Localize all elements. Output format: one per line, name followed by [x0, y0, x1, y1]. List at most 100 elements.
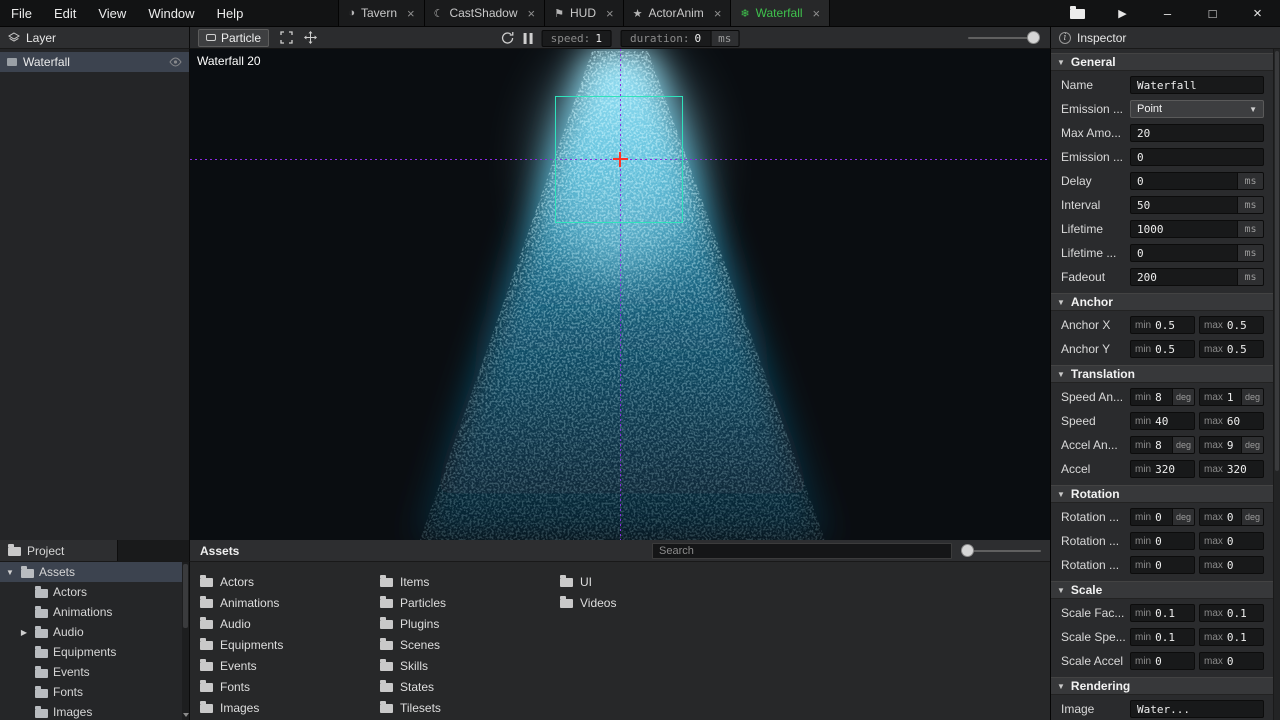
asset-folder[interactable]: Skills: [380, 655, 560, 676]
emitter-origin-marker[interactable]: [619, 152, 621, 167]
menu[interactable]: Help: [206, 0, 255, 26]
tree-scrollbar[interactable]: [182, 562, 190, 720]
asset-folder[interactable]: UI: [560, 571, 740, 592]
min-input[interactable]: min 0.1: [1130, 628, 1195, 646]
asset-folder[interactable]: Items: [380, 571, 560, 592]
milliseconds-input[interactable]: 50 ms: [1130, 196, 1264, 214]
asset-folder[interactable]: Actors: [200, 571, 380, 592]
tree-item[interactable]: Equipments: [0, 642, 182, 662]
min-input[interactable]: min 0: [1130, 652, 1195, 670]
close-button[interactable]: ×: [1235, 0, 1280, 26]
slider-knob[interactable]: [1027, 31, 1040, 44]
max-input[interactable]: max 0.5: [1199, 340, 1264, 358]
document-tab[interactable]: ⚑ HUD ×: [544, 0, 622, 26]
close-tab-icon[interactable]: ×: [813, 6, 821, 21]
section-header-translation[interactable]: ▼ Translation: [1051, 365, 1280, 383]
fit-view-button[interactable]: [280, 31, 293, 44]
menu[interactable]: Window: [137, 0, 205, 26]
asset-folder[interactable]: Tilesets: [380, 697, 560, 718]
max-input[interactable]: max 0: [1199, 556, 1264, 574]
close-tab-icon[interactable]: ×: [606, 6, 614, 21]
tree-item[interactable]: Actors: [0, 582, 182, 602]
center-view-button[interactable]: [304, 31, 317, 44]
max-input[interactable]: max 60: [1199, 412, 1264, 430]
tree-item[interactable]: ▶ Audio: [0, 622, 182, 642]
min-input[interactable]: min 0: [1130, 556, 1195, 574]
section-header-scale[interactable]: ▼ Scale: [1051, 581, 1280, 599]
min-input[interactable]: min 0.5: [1130, 340, 1195, 358]
section-header-rotation[interactable]: ▼ Rotation: [1051, 485, 1280, 503]
max-input[interactable]: max 0 deg: [1199, 508, 1264, 526]
min-input[interactable]: min 320: [1130, 460, 1195, 478]
document-tab[interactable]: ★ ActorAnim ×: [623, 0, 731, 26]
pause-button[interactable]: [524, 33, 533, 44]
name-input[interactable]: Waterfall: [1130, 76, 1264, 94]
emission-type-select[interactable]: Point ▼: [1130, 100, 1264, 118]
particle-mode-button[interactable]: Particle: [198, 29, 269, 47]
milliseconds-input[interactable]: 200 ms: [1130, 268, 1264, 286]
max-input[interactable]: max 0: [1199, 652, 1264, 670]
menu[interactable]: File: [0, 0, 43, 26]
min-input[interactable]: min 8 deg: [1130, 436, 1195, 454]
close-tab-icon[interactable]: ×: [528, 6, 536, 21]
max-input[interactable]: max 0.5: [1199, 316, 1264, 334]
min-input[interactable]: min 0.1: [1130, 604, 1195, 622]
min-input[interactable]: min 0.5: [1130, 316, 1195, 334]
max-input[interactable]: max 0: [1199, 532, 1264, 550]
minimize-button[interactable]: –: [1145, 0, 1190, 26]
tree-item[interactable]: Animations: [0, 602, 182, 622]
inspector-scrollbar[interactable]: [1273, 49, 1280, 720]
max-input[interactable]: max 320: [1199, 460, 1264, 478]
visibility-eye-icon[interactable]: [169, 57, 182, 67]
zoom-slider[interactable]: [968, 31, 1040, 45]
search-input[interactable]: [652, 543, 952, 559]
slider-knob[interactable]: [961, 544, 974, 557]
document-tab[interactable]: ☾ CastShadow ×: [424, 0, 545, 26]
min-input[interactable]: min 0 deg: [1130, 508, 1195, 526]
tree-item[interactable]: Images: [0, 702, 182, 720]
max-input[interactable]: max 1 deg: [1199, 388, 1264, 406]
asset-folder[interactable]: Equipments: [200, 634, 380, 655]
duration-input[interactable]: duration: 0 ms: [621, 30, 739, 47]
layer-panel-header[interactable]: Layer: [0, 27, 190, 49]
menu[interactable]: Edit: [43, 0, 87, 26]
section-header-rendering[interactable]: ▼ Rendering: [1051, 677, 1280, 695]
speed-input[interactable]: speed: 1: [542, 30, 612, 47]
asset-folder[interactable]: Events: [200, 655, 380, 676]
tree-item[interactable]: ▼ Assets: [0, 562, 182, 582]
tree-expander-icon[interactable]: ▶: [18, 628, 30, 637]
maximize-button[interactable]: □: [1190, 0, 1235, 26]
asset-folder[interactable]: Animations: [200, 592, 380, 613]
layer-item[interactable]: Waterfall: [0, 52, 189, 72]
asset-folder[interactable]: States: [380, 676, 560, 697]
document-tab[interactable]: ❄ Waterfall ×: [730, 0, 830, 26]
milliseconds-input[interactable]: 1000 ms: [1130, 220, 1264, 238]
max-input[interactable]: max 0.1: [1199, 628, 1264, 646]
scrollbar-thumb[interactable]: [1275, 51, 1279, 471]
asset-folder[interactable]: Videos: [560, 592, 740, 613]
close-tab-icon[interactable]: ×: [407, 6, 415, 21]
scroll-down-icon[interactable]: [183, 713, 189, 717]
menu[interactable]: View: [87, 0, 137, 26]
asset-folder[interactable]: Audio: [200, 613, 380, 634]
restart-button[interactable]: [501, 31, 515, 45]
close-tab-icon[interactable]: ×: [714, 6, 722, 21]
tree-item[interactable]: Events: [0, 662, 182, 682]
asset-folder[interactable]: Plugins: [380, 613, 560, 634]
milliseconds-input[interactable]: 0 ms: [1130, 244, 1264, 262]
max-amount-input[interactable]: 20: [1130, 124, 1264, 142]
emission-count-input[interactable]: 0: [1130, 148, 1264, 166]
min-input[interactable]: min 0: [1130, 532, 1195, 550]
max-input[interactable]: max 0.1: [1199, 604, 1264, 622]
min-input[interactable]: min 40: [1130, 412, 1195, 430]
milliseconds-input[interactable]: 0 ms: [1130, 172, 1264, 190]
document-tab[interactable]: ◑ Tavern ×: [338, 0, 423, 26]
max-input[interactable]: max 9 deg: [1199, 436, 1264, 454]
asset-folder[interactable]: Fonts: [200, 676, 380, 697]
scrollbar-thumb[interactable]: [183, 564, 188, 628]
project-tab[interactable]: Project: [0, 540, 118, 561]
play-button[interactable]: ▶: [1100, 0, 1145, 26]
image-picker[interactable]: Water...: [1130, 700, 1264, 718]
open-project-button[interactable]: [1055, 0, 1100, 26]
tree-item[interactable]: Fonts: [0, 682, 182, 702]
